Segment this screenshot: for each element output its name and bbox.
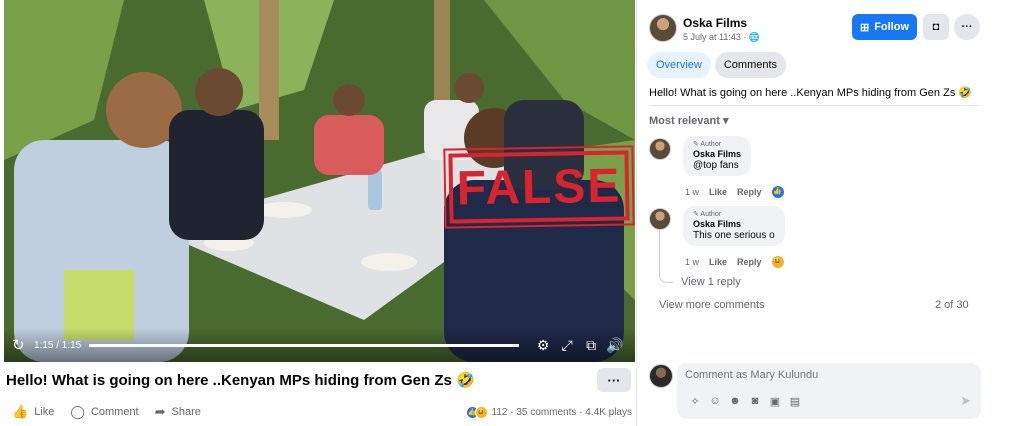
share-icon: ➦	[154, 404, 166, 419]
page-name[interactable]: Oska Films	[683, 16, 747, 30]
comment-input[interactable]	[685, 369, 945, 381]
tab-comments[interactable]: Comments	[714, 52, 787, 78]
gif-icon[interactable]: ▣	[765, 395, 785, 408]
comment-bubble: ✎ Author Oska Films This one serious o	[683, 206, 785, 246]
stats-separator: ·	[507, 406, 517, 418]
comment-author[interactable]: Oska Films	[693, 219, 775, 229]
comment-footer: 1 w Like Reply 😆	[685, 256, 794, 268]
post-stats: 👍 😆 112 · 35 comments · 4.4K plays	[465, 405, 632, 419]
like-reaction-icon[interactable]: 👍	[771, 186, 784, 198]
comment-avatar[interactable]	[649, 208, 671, 230]
more-options-icon[interactable]: ···	[954, 14, 980, 40]
video-time: 1:15 / 1:15	[33, 339, 82, 351]
tab-overview[interactable]: Overview	[647, 52, 711, 78]
post-title-row: Hello! What is going on here ..Kenyan MP…	[6, 366, 631, 394]
reply-thread-line	[659, 228, 673, 283]
facebook-video-post: FALSE ↻ 1:15 / 1:15 ⚙ ⤢ ⧉ 🔊 Hello! What …	[0, 0, 1012, 426]
video-progress-bar[interactable]	[89, 343, 520, 347]
haha-reaction-icon[interactable]: 😆	[771, 256, 784, 268]
follow-button[interactable]: ⊞ Follow	[852, 14, 917, 40]
post-more-button[interactable]: ···	[597, 368, 631, 392]
share-button[interactable]: ➦ Share	[155, 404, 201, 420]
fullscreen-icon[interactable]: ⤢	[555, 337, 579, 354]
comment-reply-button[interactable]: Reply	[737, 257, 762, 267]
false-stamp: FALSE	[443, 145, 635, 229]
comment-time[interactable]: 1 w	[685, 187, 699, 197]
comments-panel: Oska Films 5 July at 11:43 · 🌐 ⊞ Follow …	[636, 0, 992, 426]
post-caption: Hello! What is going on here ..Kenyan MP…	[649, 86, 979, 106]
post-title: Hello! What is going on here ..Kenyan MP…	[6, 372, 475, 389]
comment-footer: 1 w Like Reply 👍	[685, 186, 794, 198]
share-label: Share	[171, 406, 201, 418]
volume-icon[interactable]: 🔊	[603, 337, 627, 354]
comments-counter: 2 of 30	[935, 299, 969, 311]
send-icon[interactable]: ➤	[960, 393, 971, 409]
comment-button[interactable]: ◯ Comment	[70, 404, 138, 420]
comment-box[interactable]: ✧ ☺ ☻ ◙ ▣ ▤ ➤	[677, 363, 981, 419]
comment-reply-button[interactable]: Reply	[737, 187, 762, 197]
comment-icon: ◯	[70, 404, 85, 419]
save-icon[interactable]: ◘	[923, 14, 949, 40]
comments-count[interactable]: 35 comments	[516, 407, 576, 418]
comment-like-button[interactable]: Like	[709, 257, 727, 267]
comment-time[interactable]: 1 w	[685, 257, 699, 267]
comment-text: @top fans	[693, 160, 739, 171]
haha-reaction-icon: 😆	[474, 405, 488, 419]
avatar-sticker-icon[interactable]: ✧	[685, 395, 705, 408]
sticker-icon[interactable]: ☺	[705, 395, 725, 408]
comment-text: This one serious o	[693, 230, 775, 241]
thumbs-up-icon: 👍	[12, 404, 29, 419]
replay-icon[interactable]: ↻	[12, 336, 28, 354]
video-player[interactable]: FALSE ↻ 1:15 / 1:15 ⚙ ⤢ ⧉ 🔊	[4, 0, 635, 362]
sticker-pack-icon[interactable]: ▤	[785, 395, 805, 408]
camera-icon[interactable]: ◙	[745, 395, 765, 408]
like-label: Like	[34, 406, 55, 418]
plays-count: 4.4K plays	[585, 406, 632, 418]
comment-author[interactable]: Oska Films	[693, 149, 741, 159]
settings-icon[interactable]: ⚙	[531, 337, 555, 354]
false-stamp-text: FALSE	[456, 159, 622, 215]
post-actions: 👍 Like ◯ Comment ➦ Share 👍 😆 112 · 35 co…	[12, 400, 632, 424]
pip-icon[interactable]: ⧉	[579, 337, 603, 354]
follow-icon: ⊞	[859, 21, 870, 34]
stats-separator: ·	[576, 406, 586, 418]
video-progress-fill	[89, 343, 520, 347]
follow-label: Follow	[874, 21, 910, 33]
view-more-comments-link[interactable]: View more comments	[659, 299, 765, 311]
page-avatar[interactable]	[649, 14, 677, 42]
sort-dropdown[interactable]: Most relevant ▾	[649, 114, 729, 127]
like-button[interactable]: 👍 Like	[12, 404, 54, 420]
video-controls: ↻ 1:15 / 1:15 ⚙ ⤢ ⧉ 🔊	[4, 328, 635, 362]
composer-toolbar: ✧ ☺ ☻ ◙ ▣ ▤	[685, 395, 805, 408]
view-reply-link[interactable]: View 1 reply	[681, 276, 741, 288]
post-timestamp[interactable]: 5 July at 11:43 · 🌐	[683, 32, 760, 43]
user-avatar[interactable]	[649, 364, 673, 388]
comment-like-button[interactable]: Like	[709, 187, 727, 197]
comment-bubble: ✎ Author Oska Films @top fans	[683, 136, 752, 176]
panel-tabs: Overview Comments	[647, 52, 790, 78]
emoji-icon[interactable]: ☻	[725, 395, 745, 408]
comment-label: Comment	[90, 406, 139, 418]
reactions-count[interactable]: 112	[492, 407, 508, 418]
author-badge: ✎ Author	[693, 141, 722, 148]
comment-avatar[interactable]	[649, 138, 671, 160]
author-badge: ✎ Author	[693, 211, 722, 218]
